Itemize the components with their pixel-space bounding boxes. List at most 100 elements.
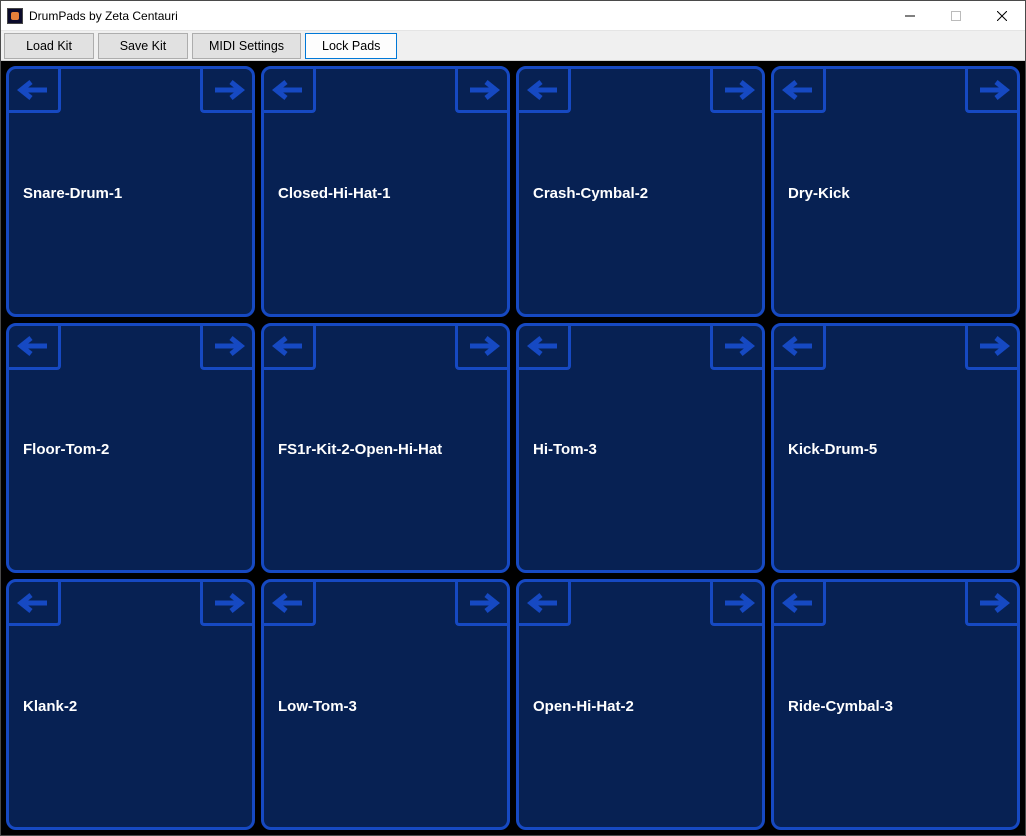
arrow-left-icon xyxy=(782,80,816,100)
pad-label: Hi-Tom-3 xyxy=(533,441,597,458)
pad-nav xyxy=(264,582,507,626)
arrow-right-icon xyxy=(976,593,1010,613)
pad-next-button[interactable] xyxy=(965,69,1017,113)
save-kit-button[interactable]: Save Kit xyxy=(98,33,188,59)
arrow-left-icon xyxy=(527,336,561,356)
pad-next-button[interactable] xyxy=(455,326,507,370)
arrow-right-icon xyxy=(211,593,245,613)
pad-next-button[interactable] xyxy=(455,582,507,626)
drum-pad[interactable]: Dry-Kick xyxy=(771,66,1020,317)
app-icon xyxy=(7,8,23,24)
pad-prev-button[interactable] xyxy=(519,69,571,113)
arrow-right-icon xyxy=(211,336,245,356)
pad-label: Closed-Hi-Hat-1 xyxy=(278,185,391,202)
load-kit-button[interactable]: Load Kit xyxy=(4,33,94,59)
arrow-left-icon xyxy=(17,80,51,100)
arrow-left-icon xyxy=(527,593,561,613)
pad-prev-button[interactable] xyxy=(264,326,316,370)
arrow-right-icon xyxy=(721,80,755,100)
arrow-left-icon xyxy=(272,336,306,356)
arrow-left-icon xyxy=(527,80,561,100)
pad-prev-button[interactable] xyxy=(9,582,61,626)
arrow-right-icon xyxy=(721,336,755,356)
pad-next-button[interactable] xyxy=(200,69,252,113)
pad-next-button[interactable] xyxy=(200,326,252,370)
arrow-left-icon xyxy=(272,593,306,613)
pad-label: FS1r-Kit-2-Open-Hi-Hat xyxy=(278,441,442,458)
pad-prev-button[interactable] xyxy=(774,582,826,626)
drum-pad[interactable]: Snare-Drum-1 xyxy=(6,66,255,317)
pad-label: Open-Hi-Hat-2 xyxy=(533,698,634,715)
pad-nav xyxy=(9,326,252,370)
pad-label: Snare-Drum-1 xyxy=(23,185,122,202)
close-icon xyxy=(997,11,1007,21)
pad-nav xyxy=(519,326,762,370)
pad-nav xyxy=(9,582,252,626)
pad-prev-button[interactable] xyxy=(264,69,316,113)
lock-pads-button[interactable]: Lock Pads xyxy=(305,33,397,59)
arrow-right-icon xyxy=(466,80,500,100)
pad-label: Low-Tom-3 xyxy=(278,698,357,715)
pad-next-button[interactable] xyxy=(965,326,1017,370)
pad-prev-button[interactable] xyxy=(9,326,61,370)
drum-pad[interactable]: Hi-Tom-3 xyxy=(516,323,765,574)
pad-grid: Snare-Drum-1 Closed-Hi-Hat-1 Crash-Cymbal-… xyxy=(1,61,1025,835)
arrow-left-icon xyxy=(782,593,816,613)
drum-pad[interactable]: Klank-2 xyxy=(6,579,255,830)
pad-prev-button[interactable] xyxy=(774,326,826,370)
pad-prev-button[interactable] xyxy=(774,69,826,113)
pad-prev-button[interactable] xyxy=(264,582,316,626)
arrow-right-icon xyxy=(466,336,500,356)
pad-label: Klank-2 xyxy=(23,698,77,715)
midi-settings-button[interactable]: MIDI Settings xyxy=(192,33,301,59)
drum-pad[interactable]: FS1r-Kit-2-Open-Hi-Hat xyxy=(261,323,510,574)
pad-prev-button[interactable] xyxy=(519,326,571,370)
pad-label: Kick-Drum-5 xyxy=(788,441,877,458)
pad-label: Ride-Cymbal-3 xyxy=(788,698,893,715)
arrow-right-icon xyxy=(466,593,500,613)
pad-nav xyxy=(264,326,507,370)
pad-nav xyxy=(264,69,507,113)
pad-next-button[interactable] xyxy=(710,69,762,113)
arrow-left-icon xyxy=(17,336,51,356)
maximize-button[interactable] xyxy=(933,1,979,30)
arrow-right-icon xyxy=(976,80,1010,100)
arrow-left-icon xyxy=(17,593,51,613)
window-title: DrumPads by Zeta Centauri xyxy=(29,9,178,23)
window-controls xyxy=(887,1,1025,30)
arrow-left-icon xyxy=(782,336,816,356)
pad-label: Crash-Cymbal-2 xyxy=(533,185,648,202)
pad-next-button[interactable] xyxy=(200,582,252,626)
drum-pad[interactable]: Kick-Drum-5 xyxy=(771,323,1020,574)
arrow-right-icon xyxy=(211,80,245,100)
drum-pad[interactable]: Closed-Hi-Hat-1 xyxy=(261,66,510,317)
titlebar: DrumPads by Zeta Centauri xyxy=(1,1,1025,31)
minimize-button[interactable] xyxy=(887,1,933,30)
pad-nav xyxy=(9,69,252,113)
pad-label: Floor-Tom-2 xyxy=(23,441,109,458)
toolbar: Load Kit Save Kit MIDI Settings Lock Pad… xyxy=(1,31,1025,61)
arrow-left-icon xyxy=(272,80,306,100)
pad-nav xyxy=(774,582,1017,626)
app-window: DrumPads by Zeta Centauri Load Kit Save … xyxy=(0,0,1026,836)
drum-pad[interactable]: Low-Tom-3 xyxy=(261,579,510,830)
pad-nav xyxy=(519,582,762,626)
pad-nav xyxy=(774,326,1017,370)
arrow-right-icon xyxy=(976,336,1010,356)
arrow-right-icon xyxy=(721,593,755,613)
close-button[interactable] xyxy=(979,1,1025,30)
minimize-icon xyxy=(905,11,915,21)
pad-prev-button[interactable] xyxy=(519,582,571,626)
pad-next-button[interactable] xyxy=(965,582,1017,626)
pad-next-button[interactable] xyxy=(710,582,762,626)
drum-pad[interactable]: Crash-Cymbal-2 xyxy=(516,66,765,317)
pad-label: Dry-Kick xyxy=(788,185,850,202)
pad-prev-button[interactable] xyxy=(9,69,61,113)
pad-nav xyxy=(519,69,762,113)
pad-next-button[interactable] xyxy=(710,326,762,370)
drum-pad[interactable]: Floor-Tom-2 xyxy=(6,323,255,574)
drum-pad[interactable]: Ride-Cymbal-3 xyxy=(771,579,1020,830)
pad-next-button[interactable] xyxy=(455,69,507,113)
maximize-icon xyxy=(951,11,961,21)
drum-pad[interactable]: Open-Hi-Hat-2 xyxy=(516,579,765,830)
